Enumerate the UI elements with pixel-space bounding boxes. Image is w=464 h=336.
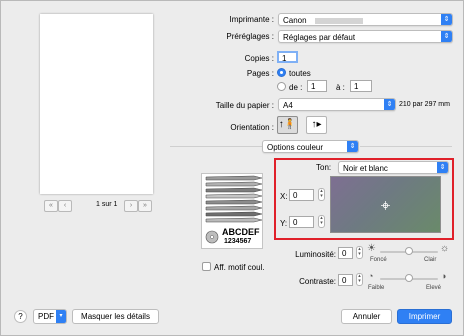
pages-label: Pages :	[246, 69, 274, 78]
chevron-updown-icon: ⇕	[384, 99, 395, 110]
prev-page-button[interactable]: ‹	[58, 200, 72, 212]
paper-size-select[interactable]: A4 ⇕	[278, 98, 396, 111]
brightness-input[interactable]: 0	[338, 247, 353, 259]
last-page-button[interactable]: »	[138, 200, 152, 212]
x-input[interactable]: 0	[289, 189, 314, 201]
chevron-updown-icon: ⇕	[347, 141, 358, 152]
help-icon: ?	[18, 312, 23, 321]
page-preview	[40, 14, 153, 194]
section-select[interactable]: Options couleur ⇕	[262, 140, 359, 153]
presets-select[interactable]: Réglages par défaut ⇕	[278, 30, 453, 43]
first-page-button[interactable]: «	[44, 200, 58, 212]
contrast-min-label: Faible	[368, 285, 385, 291]
pages-all-label: toutes	[289, 69, 311, 78]
landscape-person-icon: ↑▸	[311, 119, 322, 130]
stepper-arrows-icon: ▴ ▾	[320, 215, 323, 226]
separator-right	[360, 146, 452, 147]
presets-value: Réglages par défaut	[283, 33, 356, 42]
orientation-label: Orientation :	[230, 123, 274, 132]
x-label: X:	[280, 192, 288, 201]
color-adjust-pad[interactable]	[330, 176, 441, 233]
copies-label: Copies :	[244, 54, 274, 63]
x-stepper[interactable]: ▴ ▾	[318, 188, 325, 201]
contrast-label: Contraste:	[299, 277, 336, 286]
chevron-updown-icon: ⇕	[441, 14, 452, 25]
pages-to-label: à :	[336, 83, 345, 92]
help-button[interactable]: ?	[14, 310, 27, 323]
stepper-arrows-icon: ▴ ▾	[358, 246, 361, 257]
contrast-high-icon: ◑	[441, 271, 447, 281]
chevron-down-icon: ▾	[56, 310, 66, 323]
pages-range-radio[interactable]	[277, 82, 286, 91]
chevron-updown-icon: ⇕	[441, 31, 452, 42]
next-page-button[interactable]: ›	[124, 200, 138, 212]
printer-label: Imprimante :	[229, 15, 274, 24]
pdf-menu-button[interactable]: PDF ▾	[33, 309, 67, 324]
pdf-label: PDF	[38, 312, 54, 321]
page-counter: 1 sur 1	[96, 201, 118, 208]
y-label: Y:	[280, 219, 288, 228]
portrait-button[interactable]: ↑🧍	[277, 116, 298, 134]
copies-input[interactable]: 1	[277, 51, 298, 63]
sun-large-icon: ☼	[440, 243, 450, 254]
stepper-arrows-icon: ▴ ▾	[358, 273, 361, 284]
paper-size-value: A4	[283, 101, 293, 110]
next-page-icon: ›	[129, 202, 133, 209]
paper-dimensions: 210 par 297 mm	[399, 101, 450, 108]
sun-small-icon: ☀	[367, 243, 376, 254]
section-value: Options couleur	[267, 143, 324, 152]
printer-value: Canon	[283, 16, 307, 25]
paper-size-label: Taille du papier :	[215, 101, 274, 110]
brightness-slider-thumb[interactable]	[405, 247, 413, 255]
crosshair-icon	[381, 201, 390, 210]
color-sample-image: ABCDEF 1234567	[201, 173, 263, 249]
pages-from-input[interactable]: 1	[307, 80, 327, 92]
brightness-max-label: Clair	[424, 257, 437, 263]
prev-page-icon: ‹	[63, 202, 67, 209]
printer-select[interactable]: Canon ⇕	[278, 13, 453, 26]
presets-label: Préréglages :	[226, 32, 274, 41]
y-input[interactable]: 0	[289, 216, 314, 228]
tone-select[interactable]: Noir et blanc ⇕	[338, 161, 449, 174]
contrast-max-label: Elevé	[426, 285, 442, 291]
color-pattern-label: Aff. motif coul.	[214, 263, 265, 272]
y-stepper[interactable]: ▴ ▾	[318, 215, 325, 228]
contrast-slider-thumb[interactable]	[405, 274, 413, 282]
landscape-button[interactable]: ↑▸	[306, 116, 327, 134]
stepper-arrows-icon: ▴ ▾	[320, 188, 323, 199]
portrait-person-icon: ↑🧍	[278, 119, 297, 130]
tone-value: Noir et blanc	[343, 164, 388, 173]
contrast-input[interactable]: 0	[338, 274, 353, 286]
last-page-icon: »	[143, 202, 147, 209]
printer-model-redacted	[314, 17, 363, 24]
hide-details-button[interactable]: Masquer les détails	[72, 309, 159, 324]
separator-left	[170, 146, 262, 147]
chevron-updown-icon: ⇕	[437, 162, 448, 173]
color-pattern-checkbox[interactable]	[202, 262, 211, 271]
brightness-stepper[interactable]: ▴ ▾	[356, 246, 363, 259]
first-page-icon: «	[49, 202, 53, 209]
pages-from-label: de :	[289, 83, 303, 92]
tone-label: Ton:	[316, 163, 332, 172]
sample-text-letters: ABCDEF	[222, 227, 260, 237]
cancel-button[interactable]: Annuler	[341, 309, 392, 324]
brightness-label: Luminosité:	[295, 250, 336, 259]
brightness-min-label: Foncé	[370, 257, 387, 263]
sample-text-numbers: 1234567	[224, 238, 252, 245]
print-button[interactable]: Imprimer	[397, 309, 452, 324]
cd-icon	[205, 230, 219, 244]
pages-all-radio[interactable]	[277, 68, 286, 77]
contrast-stepper[interactable]: ▴ ▾	[356, 273, 363, 286]
contrast-low-icon: ◔	[368, 271, 374, 281]
pencils-icon	[205, 175, 262, 223]
pages-to-input[interactable]: 1	[350, 80, 372, 92]
